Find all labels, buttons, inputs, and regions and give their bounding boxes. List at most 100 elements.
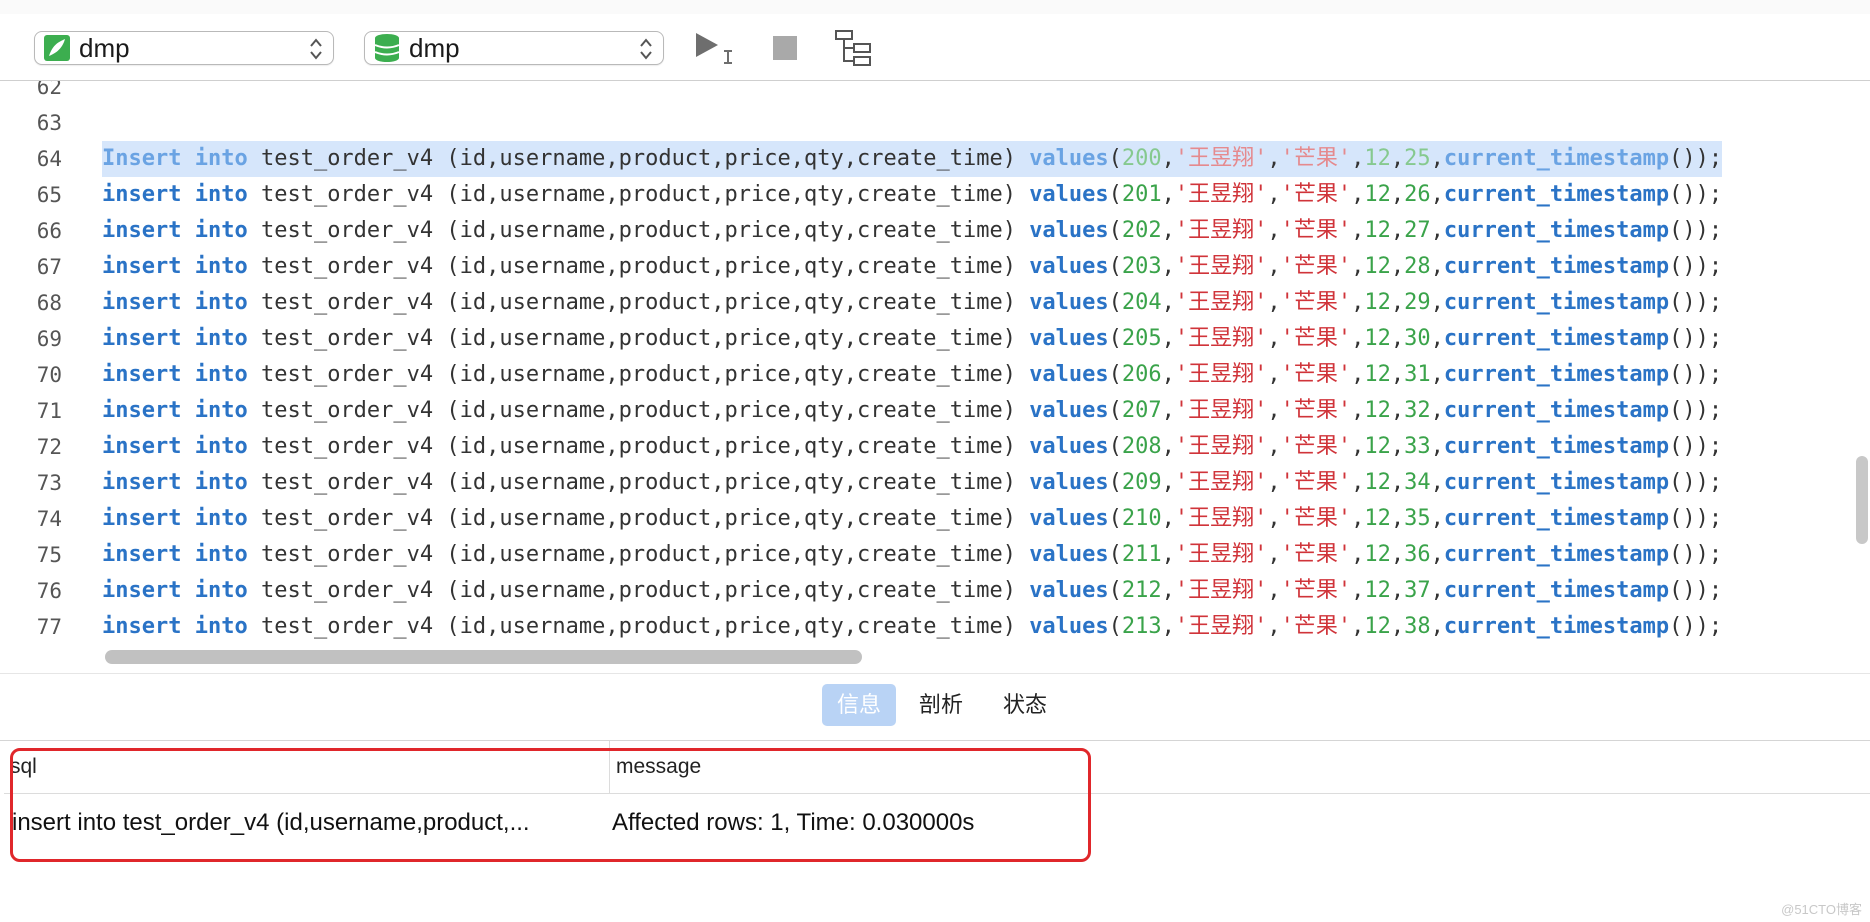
code-token-num: 26 <box>1404 182 1431 207</box>
code-punct: , <box>1267 254 1281 279</box>
stop-icon <box>773 36 797 60</box>
column-divider[interactable] <box>609 741 610 793</box>
chevron-updown-icon <box>640 38 652 60</box>
code-token-str: '王昱翔' <box>1174 290 1268 315</box>
line-number: 65 <box>36 183 62 207</box>
code-line[interactable]: insert into test_order_v4 (id,username,p… <box>102 393 1722 429</box>
code-token: test_order_v4 (id,username,product,price… <box>247 578 1030 603</box>
column-header-message[interactable]: message <box>616 741 701 793</box>
chevron-updown-icon <box>310 38 322 60</box>
code-token: test_order_v4 (id,username,product,price… <box>247 146 1030 171</box>
code-line[interactable]: insert into test_order_v4 (id,username,p… <box>102 429 1722 465</box>
tab-profile[interactable]: 剖析 <box>906 684 976 726</box>
code-token-num: 12 <box>1364 542 1391 567</box>
code-token-kw: into <box>194 578 248 603</box>
code-punct: , <box>1267 506 1281 531</box>
code-token-kw: into <box>194 470 248 495</box>
code-token: test_order_v4 (id,username,product,price… <box>247 470 1030 495</box>
query-toolbar: dmp dmp <box>0 14 1870 81</box>
line-number: 77 <box>36 615 62 639</box>
code-token-num: 210 <box>1121 506 1162 531</box>
code-line[interactable]: Insert into test_order_v4 (id,username,p… <box>102 141 1723 177</box>
code-token: ()); <box>1669 254 1723 279</box>
code-punct: , <box>1161 326 1175 351</box>
code-line[interactable]: insert into test_order_v4 (id,username,p… <box>102 177 1722 213</box>
stop-button[interactable] <box>768 28 802 68</box>
code-token-fn: current_timestamp <box>1443 182 1670 207</box>
code-token-kw: into <box>194 254 248 279</box>
database-icon <box>374 34 400 62</box>
code-token-fn: current_timestamp <box>1443 218 1670 243</box>
code-punct: , <box>1351 290 1365 315</box>
code-token-num: 208 <box>1121 434 1162 459</box>
code-token-kw: insert <box>102 578 182 603</box>
code-token: ()); <box>1669 434 1723 459</box>
code-punct: ( <box>1108 434 1122 459</box>
code-token-num: 12 <box>1364 146 1391 171</box>
cell-sql[interactable]: insert into test_order_v4 (id,username,p… <box>12 801 607 845</box>
code-token-str: '芒果' <box>1280 254 1352 279</box>
code-punct: , <box>1267 470 1281 495</box>
code-token-num: 202 <box>1121 218 1162 243</box>
column-header-sql[interactable]: sql <box>10 741 37 793</box>
code-token-num: 37 <box>1404 578 1431 603</box>
code-line[interactable]: insert into test_order_v4 (id,username,p… <box>102 537 1722 573</box>
code-punct: , <box>1351 218 1365 243</box>
editor-vertical-scroll-thumb[interactable] <box>1856 456 1868 544</box>
code-token-str: '芒果' <box>1280 362 1352 387</box>
code-punct: , <box>1351 434 1365 459</box>
code-line[interactable]: insert into test_order_v4 (id,username,p… <box>102 573 1722 609</box>
code-token-str: '芒果' <box>1280 182 1352 207</box>
code-line[interactable]: insert into test_order_v4 (id,username,p… <box>102 285 1722 321</box>
code-line[interactable]: insert into test_order_v4 (id,username,p… <box>102 249 1722 285</box>
tab-status[interactable]: 状态 <box>990 684 1060 726</box>
database-select[interactable]: dmp <box>364 31 664 65</box>
line-number: 75 <box>36 543 62 567</box>
code-punct <box>181 326 194 351</box>
code-line[interactable]: insert into test_order_v4 (id,username,p… <box>102 465 1722 501</box>
code-token-str: '王昱翔' <box>1174 146 1268 171</box>
code-token-num: 201 <box>1121 182 1162 207</box>
code-token-kw: insert <box>102 362 182 387</box>
code-line[interactable]: insert into test_order_v4 (id,username,p… <box>102 213 1722 249</box>
code-token: ()); <box>1669 506 1723 531</box>
line-number: 62 <box>36 81 62 99</box>
code-punct: , <box>1351 614 1365 639</box>
code-token: test_order_v4 (id,username,product,price… <box>247 398 1030 423</box>
explain-button[interactable] <box>832 28 876 68</box>
code-line[interactable]: insert into test_order_v4 (id,username,p… <box>102 321 1722 357</box>
code-punct: , <box>1161 218 1175 243</box>
code-token-kw: into <box>194 506 248 531</box>
code-punct: , <box>1267 362 1281 387</box>
code-punct: , <box>1351 362 1365 387</box>
code-punct: ( <box>1108 506 1122 531</box>
code-token-num: 12 <box>1364 506 1391 531</box>
tab-info[interactable]: 信息 <box>822 684 896 726</box>
code-token-fn: current_timestamp <box>1443 326 1670 351</box>
code-token-kw: insert <box>102 398 182 423</box>
code-line[interactable]: insert into test_order_v4 (id,username,p… <box>102 357 1722 393</box>
connection-select[interactable]: dmp <box>34 31 334 65</box>
code-token-kw: into <box>194 398 248 423</box>
result-tabs: 信息 剖析 状态 <box>0 674 1870 740</box>
code-punct: ( <box>1108 470 1122 495</box>
code-punct: , <box>1430 434 1444 459</box>
code-token-str: '芒果' <box>1280 146 1352 171</box>
code-token-kw: Insert <box>102 146 182 171</box>
code-punct: , <box>1351 182 1365 207</box>
code-line[interactable]: insert into test_order_v4 (id,username,p… <box>102 501 1722 537</box>
code-line[interactable]: insert into test_order_v4 (id,username,p… <box>102 609 1722 645</box>
cell-message[interactable]: Affected rows: 1, Time: 0.030000s <box>612 801 1512 845</box>
code-punct: , <box>1430 578 1444 603</box>
sql-editor[interactable]: 62 63 64 65 66 67 68 69 70 71 72 73 74 75 76 77 Insert … <box>4 81 1862 673</box>
code-punct: , <box>1267 614 1281 639</box>
code-punct: , <box>1267 290 1281 315</box>
code-token-kw: values <box>1029 218 1109 243</box>
code-token-num: 209 <box>1121 470 1162 495</box>
code-punct: , <box>1390 290 1405 315</box>
editor-horizontal-scroll-thumb[interactable] <box>105 650 862 664</box>
code-punct: , <box>1351 542 1365 567</box>
run-button[interactable] <box>690 28 740 68</box>
code-token-str: '芒果' <box>1280 470 1352 495</box>
code-token-fn: current_timestamp <box>1443 362 1670 387</box>
